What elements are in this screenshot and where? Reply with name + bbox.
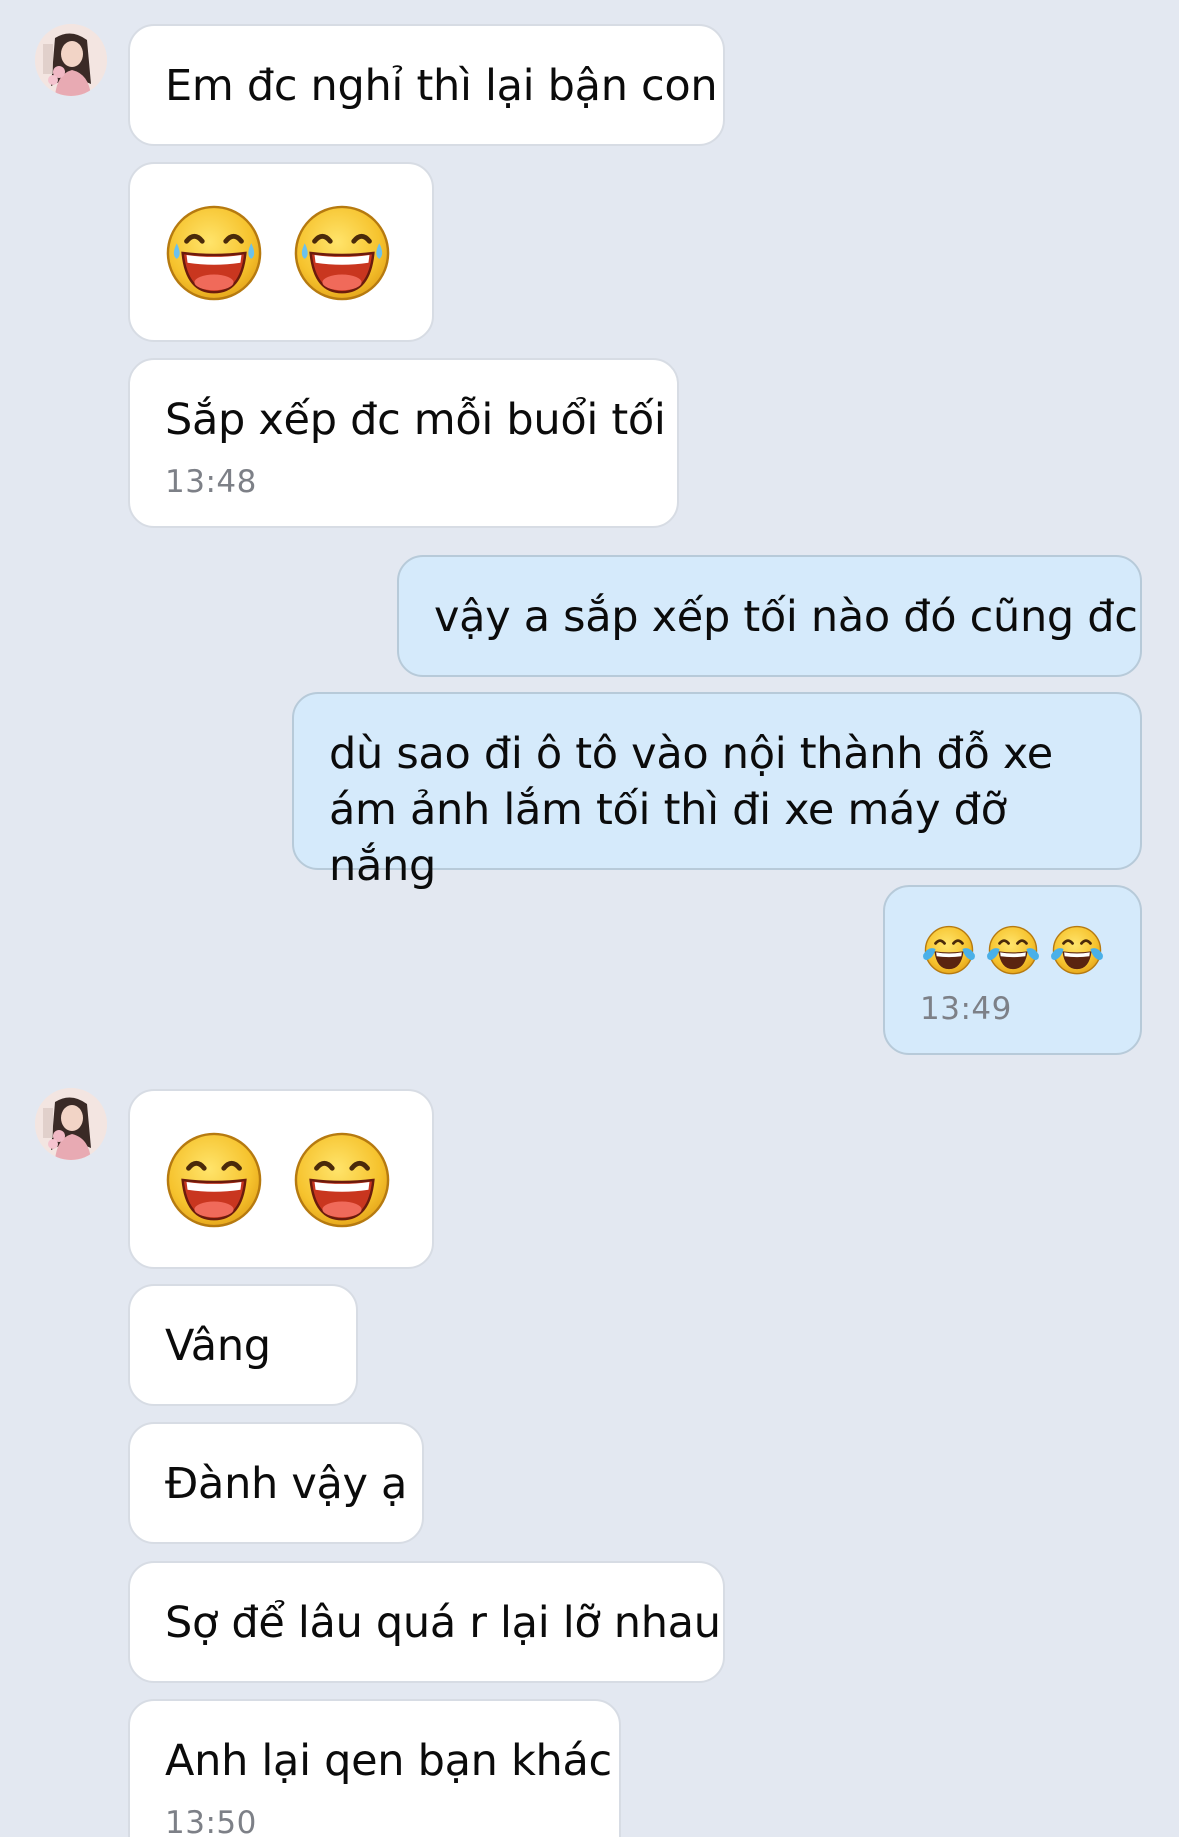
message-text: vậy a sắp xếp tối nào đó cũng đc: [434, 592, 1138, 642]
message-text: Vâng: [165, 1321, 271, 1371]
grinning-face-emoji-icon: [293, 1131, 391, 1229]
message-bubble[interactable]: Anh lại qen bạn khác 13:50: [128, 1699, 621, 1837]
grinning-face-with-sweat-emoji-icon: [293, 204, 391, 302]
message-bubble[interactable]: vậy a sắp xếp tối nào đó cũng đc: [397, 555, 1142, 677]
avatar-image: [35, 1088, 107, 1160]
contact-avatar[interactable]: [35, 24, 107, 96]
message-bubble[interactable]: dù sao đi ô tô vào nội thành đỗ xe ám ản…: [292, 692, 1142, 891]
emoji-message-bubble[interactable]: [128, 162, 434, 342]
grinning-face-with-sweat-emoji-icon: [165, 204, 263, 302]
avatar-image: [35, 24, 107, 96]
message-text: Đành vậy ạ: [165, 1459, 408, 1509]
face-with-tears-of-joy-emoji-icon: [1049, 921, 1105, 977]
chat-thread: Em đc nghỉ thì lại bận con Sắp xếp đc mỗ…: [0, 0, 1179, 1837]
message-timestamp: 13:50: [165, 1805, 257, 1837]
emoji-row: [921, 921, 1105, 977]
grinning-face-emoji-icon: [165, 1131, 263, 1229]
message-timestamp: 13:48: [165, 464, 257, 500]
message-bubble[interactable]: Vâng: [128, 1284, 358, 1406]
face-with-tears-of-joy-emoji-icon: [921, 921, 977, 977]
message-text: Sắp xếp đc mỗi buổi tối: [165, 395, 666, 445]
message-text: Sợ để lâu quá r lại lỡ nhau: [165, 1598, 721, 1648]
face-with-tears-of-joy-emoji-icon: [985, 921, 1041, 977]
message-timestamp: 13:49: [920, 991, 1012, 1027]
message-bubble[interactable]: Đành vậy ạ: [128, 1422, 424, 1544]
emoji-message-bubble[interactable]: 13:49: [883, 885, 1142, 1055]
message-text: dù sao đi ô tô vào nội thành đỗ xe ám ản…: [329, 729, 1053, 891]
message-text: Em đc nghỉ thì lại bận con: [165, 61, 718, 111]
message-bubble[interactable]: Sắp xếp đc mỗi buổi tối 13:48: [128, 358, 679, 528]
message-bubble[interactable]: Em đc nghỉ thì lại bận con: [128, 24, 725, 146]
message-bubble[interactable]: Sợ để lâu quá r lại lỡ nhau: [128, 1561, 725, 1683]
emoji-message-bubble[interactable]: [128, 1089, 434, 1269]
message-text: Anh lại qen bạn khác: [165, 1736, 612, 1786]
emoji-row: [165, 204, 391, 302]
emoji-row: [165, 1131, 391, 1229]
contact-avatar[interactable]: [35, 1088, 107, 1160]
